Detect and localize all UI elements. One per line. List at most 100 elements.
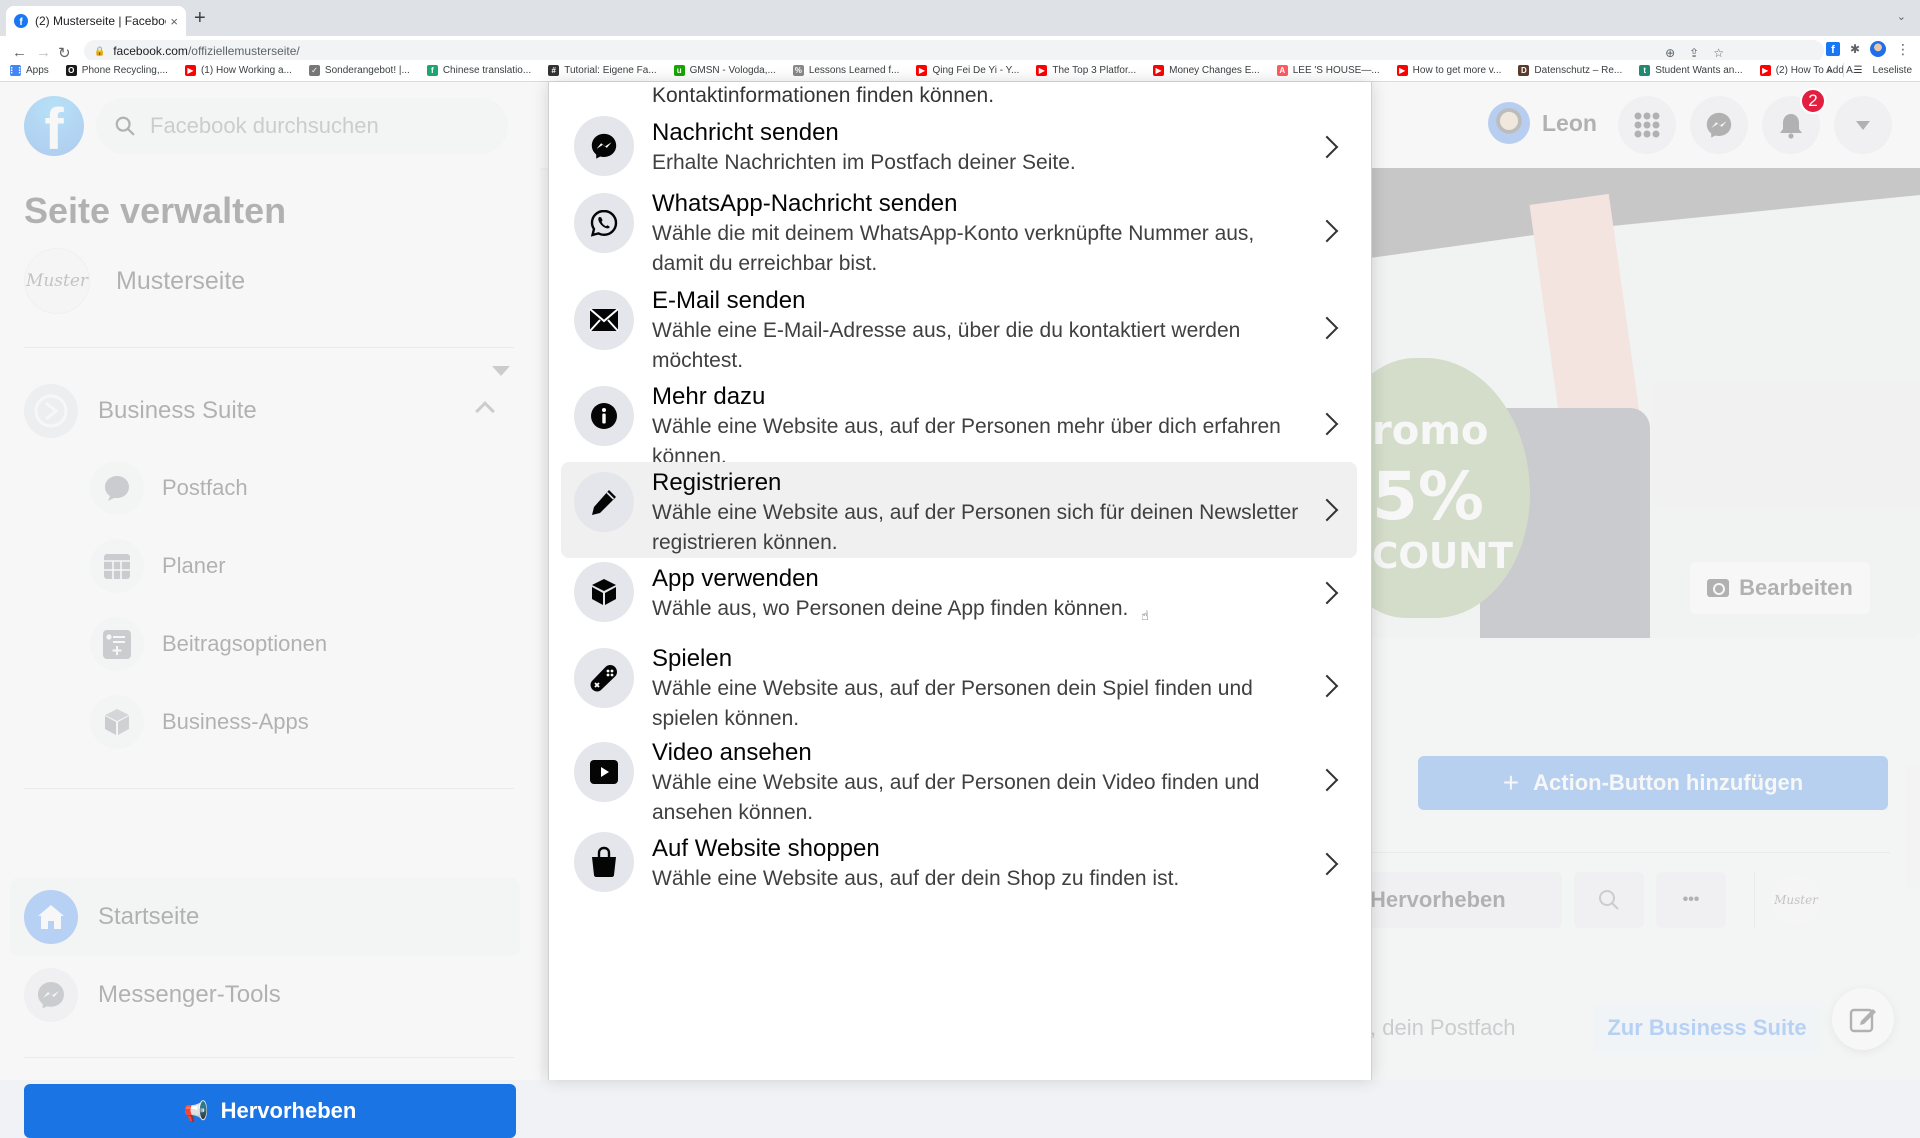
lessons-icon: % [792,65,804,76]
option-title: Video ansehen [652,739,812,766]
fi-icon: f [426,65,438,76]
bookmark-item[interactable]: t Student Wants an... [1639,65,1743,76]
option-description: Wähle eine Website aus, auf der dein Sho… [652,867,1180,890]
option-title: E-Mail senden [652,287,806,314]
facebook-favicon-icon: f [14,14,28,28]
bookmark-item[interactable]: ✓ Sonderangebot! |... [308,65,410,76]
bookmark-item[interactable]: # Tutorial: Eigene Fa... [548,65,657,76]
apps-grid-icon: ⋮⋮ [7,65,24,76]
chevron-right-icon [1315,316,1339,340]
option-description-cutoff: Kontaktinformationen finden können. [652,84,995,107]
extensions-puzzle-icon[interactable]: ✱ [1850,42,1860,56]
messenger-icon [574,116,634,176]
youtube-icon: ▶ [916,65,928,76]
bookmark-item[interactable]: f Chinese translatio... [426,65,532,76]
action-option-spielen[interactable]: Spielen Wähle eine Website aus, auf der P… [561,638,1357,734]
bookmark-item[interactable]: A LEE 'S HOUSE—... [1276,65,1380,76]
hash-icon: # [548,65,560,76]
browser-tab[interactable]: f (2) Musterseite | Facebook × [6,6,186,36]
bookmarks-overflow-button[interactable]: » [1827,65,1833,76]
bookmark-item[interactable]: D Datenschutz – Re... [1518,65,1622,76]
reading-list-icon: ☰ [1853,64,1863,76]
envelope-icon [574,290,634,350]
bookmark-label: Chinese translatio... [442,65,532,76]
chevron-right-icon [1315,412,1339,436]
option-description: Wähle eine Website aus, auf der Personen… [652,501,1299,554]
bookmark-item[interactable]: O Phone Recycling,... [65,65,168,76]
lock-icon: 🔒 [94,45,106,56]
option-title: Auf Website shoppen [652,835,880,862]
chevron-right-icon [1315,219,1339,243]
youtube-icon: ▶ [1396,65,1408,76]
address-bar[interactable]: 🔒 facebook.com/offiziellemusterseite/ ⊕ … [84,40,1824,62]
bookmark-label: Tutorial: Eigene Fa... [564,65,657,76]
pencil-icon [574,472,634,532]
tab-close-icon[interactable]: × [170,14,178,29]
youtube-icon: ▶ [1036,65,1048,76]
bookmark-item[interactable]: ▶ The Top 3 Platfor... [1036,65,1136,76]
share-icon[interactable]: ⇪ [1689,46,1699,60]
bookmark-label: How to get more v... [1412,65,1502,76]
chevron-right-icon [1315,135,1339,159]
bookmark-item[interactable]: ▶ Money Changes E... [1153,65,1260,76]
url-path: /offiziellemusterseite/ [187,44,300,58]
chevron-right-icon [1315,852,1339,876]
option-description: Erhalte Nachrichten im Postfach deiner S… [652,151,1076,174]
action-option-mehr-dazu[interactable]: Mehr dazu Wähle eine Website aus, auf der… [561,376,1357,472]
hand-cursor-icon: ☝ [1141,608,1149,623]
bookmark-label: Lessons Learned f... [808,65,900,76]
bookmark-item[interactable]: % Lessons Learned f... [792,65,900,76]
chevron-right-icon [1315,768,1339,792]
new-tab-button[interactable]: + [194,8,206,28]
option-title: Nachricht senden [652,119,839,146]
t-icon: t [1639,65,1651,76]
bookmarks-bar: ⋮⋮ Apps O Phone Recycling,... ▶ (1) How Worki… [0,60,1920,82]
option-title: WhatsApp-Nachricht senden [652,190,958,217]
action-option-video-ansehen[interactable]: Video ansehen Wähle eine Website aus, auf… [561,732,1357,828]
option-description: Wähle eine Website aus, auf der Personen… [652,677,1253,730]
bookmark-label: Student Wants an... [1655,65,1743,76]
facebook-extension-icon[interactable]: f [1825,42,1840,56]
bookmark-item[interactable]: u GMSN - Vologda,... [673,65,776,76]
bookmark-item[interactable]: ▶ Qing Fei De Yi - Y... [916,65,1019,76]
bookmark-label: Sonderangebot! |... [324,65,410,76]
promote-button[interactable]: 📢 Hervorheben [24,1084,516,1138]
bookmark-star-icon[interactable]: ☆ [1713,46,1724,60]
forward-arrow-icon[interactable]: → [36,44,51,61]
option-description: Wähle eine E-Mail-Adresse aus, über die … [652,319,1241,372]
bookmark-label: Datenschutz – Re... [1534,65,1623,76]
bookmark-item[interactable]: ▶ (1) How Working a... [184,65,292,76]
action-option-nachricht-senden[interactable]: Nachricht senden Erhalte Nachrichten im P… [561,112,1357,182]
bookmark-label: (1) How Working a... [200,65,292,76]
o2-icon: O [65,65,77,76]
action-option-registrieren[interactable]: Registrieren Wähle eine Website aus, auf … [561,462,1357,558]
option-description: Wähle eine Website aus, auf der Personen… [652,771,1260,824]
check-icon: ✓ [308,65,320,76]
zoom-icon[interactable]: ⊕ [1665,46,1675,60]
action-option-e-mail-senden[interactable]: E-Mail senden Wähle eine E-Mail-Adresse a… [561,280,1357,376]
airbnb-icon: A [1276,65,1288,76]
cube-icon [574,562,634,622]
youtube-icon: ▶ [1153,65,1165,76]
promote-button-label: Hervorheben [220,1098,357,1123]
option-title: Spielen [652,645,733,672]
youtube-icon: ▶ [184,65,196,76]
bookmark-item[interactable]: ⋮⋮ Apps [7,65,49,76]
bookmark-label: Money Changes E... [1169,65,1260,76]
browser-menu-kebab-icon[interactable]: ⋮ [1896,42,1910,56]
bookmark-label: Phone Recycling,... [81,65,168,76]
action-option-whatsapp-nachricht-senden[interactable]: WhatsApp-Nachricht senden Wähle die mit d… [561,183,1357,279]
option-description: Wähle aus, wo Personen deine App finden … [652,597,1129,620]
bookmark-label: The Top 3 Platfor... [1052,65,1137,76]
option-description: Wähle die mit deinem WhatsApp-Konto verk… [652,222,1255,275]
bookmark-label: Apps [26,65,49,76]
browser-tab-bar: f (2) Musterseite | Facebook × + ⌄ [0,0,1920,36]
action-option-auf-website-shoppen[interactable]: Auf Website shoppen Wähle eine Website au… [561,828,1357,900]
browser-profile-avatar[interactable] [1870,41,1886,57]
bookmark-item[interactable]: ▶ How to get more v... [1396,65,1502,76]
action-option-app-verwenden[interactable]: App verwenden Wähle aus, wo Personen dein… [561,558,1357,628]
reading-list-button[interactable]: Leseliste [1873,65,1912,76]
option-title: App verwenden [652,565,819,592]
tab-search-chevron-icon[interactable]: ⌄ [1897,10,1906,23]
back-arrow-icon[interactable]: ← [12,44,27,61]
